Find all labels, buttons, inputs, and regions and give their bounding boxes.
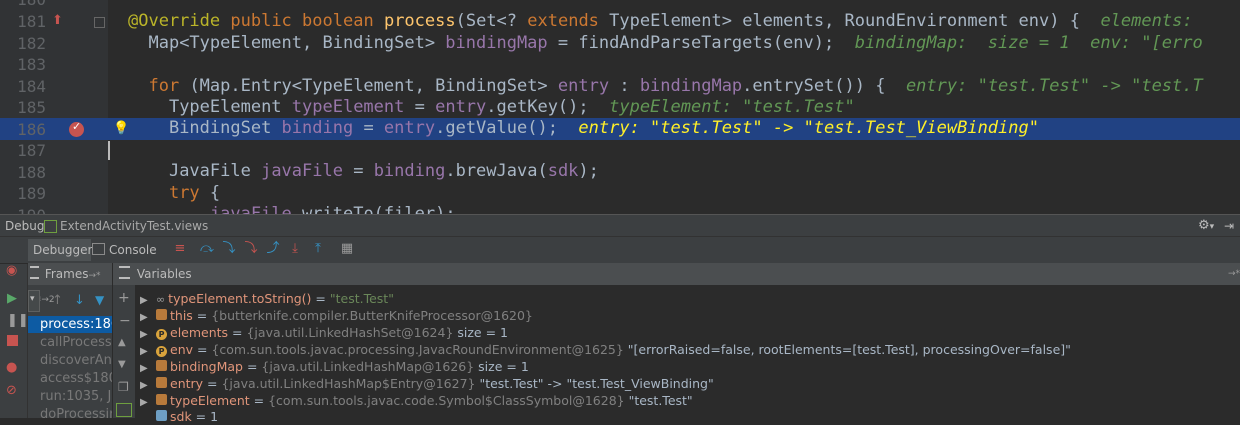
text-caret (108, 141, 110, 160)
line-number: 185 (17, 98, 46, 117)
variables-header: Variables →* (113, 263, 1240, 285)
parameter-icon: P (156, 329, 167, 340)
variable-row[interactable]: ▶ this = {butterknife.compiler.ButterKnif… (140, 307, 533, 324)
mute-breakpoints-icon[interactable]: ⊘ (6, 383, 17, 398)
evaluate-expression-icon[interactable]: ▦ (340, 242, 354, 256)
field-icon (156, 394, 167, 405)
step-over-icon[interactable]: ⤼ (200, 242, 214, 256)
code-line-188[interactable]: JavaFile javaFile = binding.brewJava(sdk… (128, 161, 1240, 183)
frame-item[interactable]: process:186 (28, 316, 112, 333)
variable-row[interactable]: sdk = 1 (140, 408, 218, 425)
debug-title-label: Debug (5, 219, 45, 233)
frame-item[interactable]: callProcessor (40, 334, 112, 351)
field-icon (156, 410, 167, 421)
settings-icon[interactable] (116, 403, 132, 417)
filter-icon[interactable]: ▼ (95, 293, 104, 307)
code-line-184[interactable]: for (Map.Entry<TypeElement, BindingSet> … (128, 76, 1240, 98)
code-line-189[interactable]: try { (128, 183, 1240, 205)
variable-row[interactable]: ▶ bindingMap = {java.util.LinkedHashMap@1… (140, 358, 529, 375)
frames-icon (30, 266, 39, 279)
variables-icon (119, 266, 130, 279)
thread-dropdown[interactable]: ▾ (28, 290, 40, 312)
watch-icon: ∞ (156, 293, 166, 306)
fold-marker-icon[interactable] (94, 17, 105, 28)
line-number: 189 (17, 184, 46, 203)
tab-debugger[interactable]: Debugger (28, 239, 92, 261)
run-config-name[interactable]: ExtendActivityTest.views (60, 215, 208, 237)
frame-item[interactable]: discoverAndRun (40, 352, 112, 369)
breakpoint-icon[interactable] (69, 120, 84, 137)
step-out-icon[interactable]: ⤴ (266, 242, 280, 256)
editor-gutter[interactable]: 180 181 182 183 184 185 186 187 188 189 … (0, 0, 129, 215)
line-number: 183 (17, 55, 46, 74)
line-number: 180 (0, 0, 46, 10)
run-config-icon (44, 220, 57, 233)
frame-item[interactable]: run:1035, Ja (40, 388, 112, 405)
drop-frame-icon[interactable]: ⤓ (288, 242, 302, 256)
line-number: 186 (17, 119, 46, 139)
add-watch-icon[interactable]: + (118, 290, 130, 306)
restart-icon[interactable]: ◉ (6, 263, 17, 278)
remove-watch-icon[interactable]: − (119, 313, 131, 329)
copy-icon[interactable]: ❐ (118, 380, 129, 394)
variables-side-toolbar: + − ▲ ▼ ❐ (113, 285, 135, 418)
code-line-186[interactable]: BindingSet binding = entry.getValue(); e… (128, 118, 1240, 140)
force-step-into-icon[interactable]: ⤵ (244, 242, 258, 256)
move-up-icon[interactable]: ▲ (118, 337, 126, 348)
tab-console[interactable]: Console →* (92, 239, 168, 279)
line-number: 184 (17, 76, 46, 96)
move-down-icon[interactable]: ▼ (118, 359, 126, 370)
line-number: 190 (0, 205, 46, 215)
chevron-down-icon: ▾ (30, 294, 35, 304)
frames-header: Frames→* ≡→2 (28, 263, 112, 305)
variable-row[interactable]: ▶ Penv = {com.sun.tools.javac.processing.… (140, 341, 1071, 358)
override-method-icon[interactable]: ⬆ (52, 13, 63, 28)
hide-panel-icon[interactable]: ⇥ (1224, 215, 1234, 237)
pause-icon[interactable]: ❚❚ (7, 313, 29, 328)
variable-row[interactable]: ▶ Pelements = {java.util.LinkedHashSet@16… (140, 324, 508, 341)
stop-icon[interactable] (7, 335, 18, 346)
settings-gear-icon[interactable]: ⚙▾ (1198, 215, 1214, 238)
field-icon (156, 360, 167, 371)
variable-row[interactable]: ▶ entry = {java.util.LinkedHashMap$Entry@… (140, 375, 714, 392)
run-to-cursor-icon[interactable]: ⤒ (311, 242, 325, 256)
code-line-182[interactable]: Map<TypeElement, BindingSet> bindingMap … (128, 33, 1240, 55)
frame-item[interactable]: access$1800 (40, 370, 112, 387)
parameter-icon: P (156, 346, 167, 357)
variable-row[interactable]: ▶ ∞ typeElement.toString() = "test.Test" (140, 290, 394, 307)
line-number: 187 (17, 141, 46, 160)
line-number: 181 (17, 12, 46, 31)
frame-down-icon[interactable]: ↓ (74, 293, 85, 308)
frame-item[interactable]: doProcessing (40, 406, 112, 423)
resume-icon[interactable]: ▶ (7, 291, 17, 306)
code-editor[interactable]: 180 181 182 183 184 185 186 187 188 189 … (0, 0, 1240, 214)
step-into-icon[interactable]: ⤵ (222, 242, 236, 256)
variable-row[interactable]: ▶ typeElement = {com.sun.tools.javac.code… (140, 392, 693, 409)
debug-tabs-toolbar: Debugger Console →* ≡ ⤼ ⤵ ⤵ ⤴ ⤓ ⤒ ▦ (0, 236, 1240, 279)
line-number: 182 (17, 33, 46, 53)
intention-bulb-icon[interactable]: 💡 (113, 121, 129, 136)
console-icon (92, 243, 105, 255)
frame-up-icon[interactable]: ↑ (52, 293, 63, 308)
debug-tool-window-title: Debug ExtendActivityTest.views ⚙▾ ⇥ (0, 214, 1240, 237)
code-line-185[interactable]: TypeElement typeElement = entry.getKey()… (128, 97, 1240, 119)
view-breakpoints-icon[interactable]: ● (6, 360, 17, 375)
field-icon (156, 309, 167, 320)
code-line-181[interactable]: @Override public boolean process(Set<? e… (128, 11, 1240, 33)
show-execution-point-icon[interactable]: ≡ (173, 242, 187, 256)
line-number: 188 (17, 162, 46, 182)
field-icon (156, 377, 167, 388)
code-line-190[interactable]: javaFile.writeTo(filer); (128, 204, 1240, 214)
